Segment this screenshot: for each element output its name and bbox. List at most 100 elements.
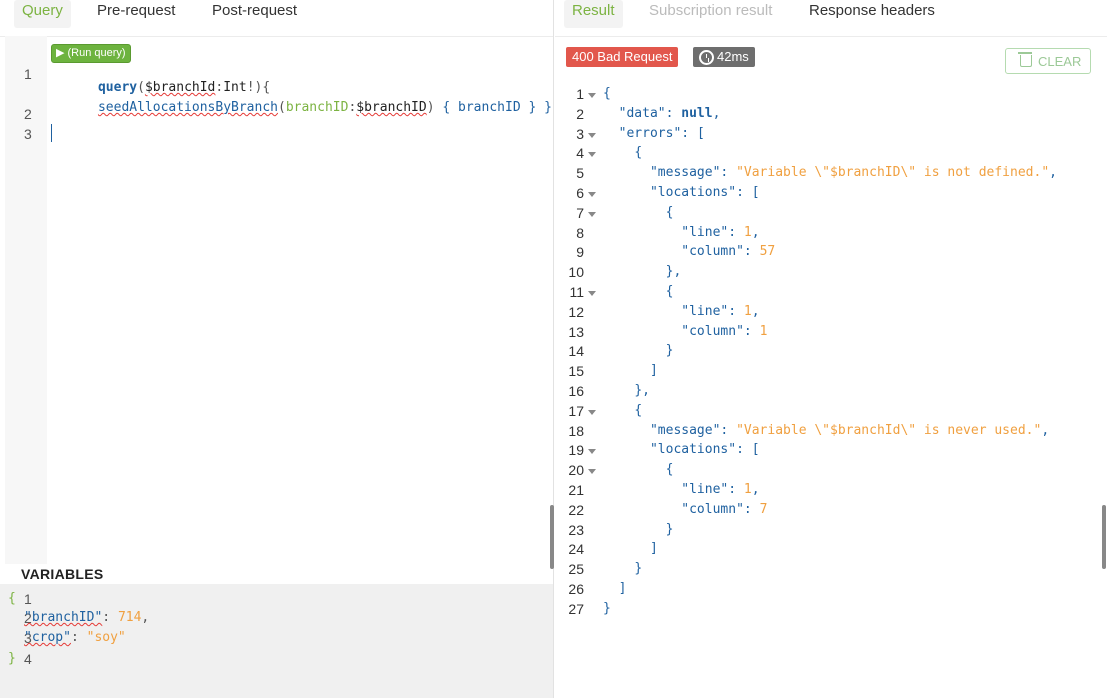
fold-arrow-icon[interactable] — [588, 132, 596, 138]
result-line-number: 9 — [576, 244, 584, 261]
result-line: } — [603, 600, 611, 616]
result-line: { — [665, 462, 674, 478]
variables-editor[interactable]: 1 2 3 4 { "branchID": 714, "crop": "soy"… — [0, 584, 553, 698]
result-line-number: 23 — [568, 521, 584, 538]
result-line: } — [665, 521, 674, 537]
result-line: }, — [634, 383, 650, 398]
result-line: } — [634, 561, 643, 577]
time-value: 42ms — [717, 49, 749, 64]
variable-line-branch: "branchID": 714, — [24, 610, 149, 625]
result-line-number: 24 — [568, 541, 584, 558]
punctuation: ) — [426, 100, 435, 115]
result-line: ] — [618, 581, 627, 596]
result-line: }, — [665, 264, 682, 280]
result-line-number: 11 — [569, 284, 584, 300]
result-line-number: 6 — [576, 185, 584, 201]
result-line: "column": 57 — [681, 244, 776, 260]
result-line-number: 10 — [568, 264, 584, 281]
close-brace: } — [8, 651, 16, 666]
fold-arrow-icon[interactable] — [588, 211, 596, 217]
fold-arrow-icon[interactable] — [588, 469, 596, 475]
result-line-number: 15 — [568, 363, 584, 380]
query-editor[interactable]: ▶ (Run query) 1 2 3 query($branchId:Int!… — [0, 36, 552, 564]
result-line-number: 16 — [568, 383, 584, 399]
result-line-number: 4 — [576, 145, 584, 162]
selection-set: { branchID } } — [442, 100, 552, 115]
line-number: 4 — [24, 651, 32, 667]
result-line-number: 5 — [576, 165, 584, 182]
result-line: "line": 1, — [681, 482, 760, 497]
line-number: 1 — [24, 66, 32, 82]
punctuation: : — [102, 610, 118, 625]
fold-arrow-icon[interactable] — [588, 291, 596, 296]
fold-arrow-icon[interactable] — [588, 449, 596, 455]
result-line: "locations": [ — [649, 442, 760, 458]
result-line-number: 17 — [568, 402, 584, 419]
fold-arrow-icon[interactable] — [588, 93, 596, 98]
result-line: "locations": [ — [649, 185, 760, 200]
result-line: "line": 1, — [681, 224, 760, 240]
result-line-number: 7 — [576, 204, 584, 221]
text-cursor — [51, 124, 52, 142]
trash-icon — [1018, 52, 1032, 67]
result-line-number: 26 — [568, 581, 584, 597]
result-line-number: 2 — [576, 105, 584, 122]
result-line: { — [665, 204, 674, 220]
tab-post-request[interactable]: Post-request — [204, 0, 305, 28]
line-number: 1 — [24, 591, 32, 607]
variable-key: "crop" — [24, 630, 71, 645]
clear-button[interactable]: CLEAR — [1005, 48, 1091, 74]
result-line: "data": null, — [618, 105, 721, 121]
punctuation: : — [70, 630, 87, 645]
result-line-number: 22 — [568, 501, 584, 518]
result-line-number: 8 — [576, 224, 584, 241]
result-line-number: 20 — [568, 462, 584, 479]
result-line-number: 3 — [576, 125, 584, 142]
argument-name: branchID — [285, 100, 349, 115]
result-line: ] — [649, 541, 658, 557]
result-line: "message": "Variable \"$branchId\" is ne… — [649, 422, 1050, 438]
run-query-button[interactable]: ▶ (Run query) — [51, 44, 131, 63]
tab-subscription-result[interactable]: Subscription result — [641, 0, 780, 28]
result-scrollbar[interactable] — [1102, 505, 1106, 569]
result-line-number: 21 — [568, 482, 584, 498]
result-line-number: 25 — [568, 561, 584, 578]
variable-key: "branchID" — [24, 610, 103, 625]
result-line-number: 12 — [568, 303, 584, 320]
fold-arrow-icon[interactable] — [588, 152, 596, 158]
clear-label: CLEAR — [1038, 54, 1082, 69]
query-panel: Query Pre-request Post-request ▶ (Run qu… — [0, 0, 554, 698]
status-badge: 400 Bad Request — [566, 47, 679, 67]
query-line-1-wrap: seedAllocationsByBranch(branchID:$branch… — [51, 85, 552, 130]
tab-pre-request[interactable]: Pre-request — [89, 0, 183, 28]
line-number: 3 — [24, 126, 32, 142]
query-tabs: Query Pre-request Post-request — [0, 0, 553, 37]
clock-icon — [699, 50, 714, 65]
line-number: 2 — [24, 106, 32, 122]
result-line-number: 1 — [576, 86, 584, 102]
fold-arrow-icon[interactable] — [588, 192, 596, 197]
result-line: "line": 1, — [681, 303, 760, 319]
open-brace: { — [8, 591, 16, 606]
tab-response-headers[interactable]: Response headers — [801, 0, 943, 28]
result-line: { — [665, 284, 674, 299]
result-line: { — [634, 145, 643, 161]
variable-value: "soy" — [86, 630, 126, 645]
variable-value: 714 — [117, 610, 142, 625]
variable-line-crop: "crop": "soy" — [24, 630, 126, 645]
result-line-number: 27 — [568, 600, 584, 617]
result-line-number: 18 — [568, 422, 584, 439]
result-line: "column": 7 — [681, 501, 768, 517]
result-tabs: Result Subscription result Response head… — [555, 0, 1107, 37]
variable-name: $branchID — [356, 100, 427, 115]
result-line: "message": "Variable \"$branchID\" is no… — [649, 165, 1057, 181]
field-name: seedAllocationsByBranch — [97, 100, 278, 115]
fold-arrow-icon[interactable] — [588, 409, 596, 415]
result-line: "column": 1 — [681, 323, 768, 339]
tab-query[interactable]: Query — [14, 0, 71, 28]
time-badge: 42ms — [693, 47, 755, 67]
result-line: } — [665, 343, 674, 359]
tab-result[interactable]: Result — [564, 0, 623, 28]
result-line-number: 14 — [568, 343, 584, 360]
result-line-number: 19 — [568, 442, 584, 459]
